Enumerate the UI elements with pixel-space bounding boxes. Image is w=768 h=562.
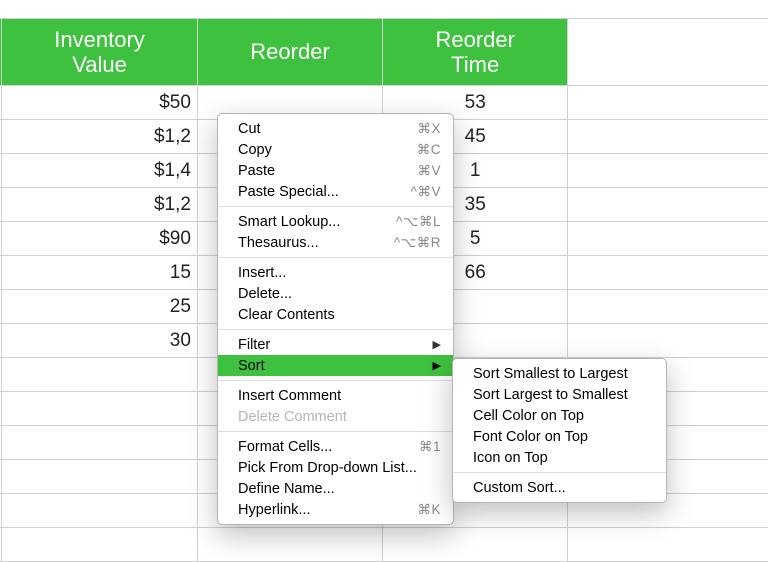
menu-filter[interactable]: Filter▶ — [218, 334, 453, 355]
context-menu: Cut⌘X Copy⌘C Paste⌘V Paste Special...^⌘V… — [217, 113, 454, 525]
header-row: Inventory Value Reorder Reorder Time — [0, 19, 768, 86]
shortcut-label: ⌘V — [417, 163, 441, 179]
header-reorder[interactable]: Reorder — [197, 19, 382, 86]
menu-separator — [218, 206, 453, 207]
header-reorder-time[interactable]: Reorder Time — [383, 19, 568, 86]
cell[interactable]: $90 — [2, 222, 198, 256]
shortcut-label: ^⌥⌘L — [396, 214, 441, 230]
submenu-arrow-icon: ▶ — [433, 359, 441, 372]
shortcut-label: ⌘1 — [419, 439, 441, 455]
cell[interactable]: 30 — [2, 324, 198, 358]
menu-separator — [453, 472, 666, 473]
shortcut-label: ^⌘V — [411, 184, 441, 200]
submenu-arrow-icon: ▶ — [433, 338, 441, 351]
menu-paste-special[interactable]: Paste Special...^⌘V — [218, 181, 453, 202]
cell[interactable]: $1,4 — [2, 154, 198, 188]
shortcut-label: ^⌥⌘R — [394, 235, 441, 251]
shortcut-label: ⌘C — [417, 142, 441, 158]
menu-insert-comment[interactable]: Insert Comment — [218, 385, 453, 406]
menu-hyperlink[interactable]: Hyperlink...⌘K — [218, 499, 453, 520]
menu-define-name[interactable]: Define Name... — [218, 478, 453, 499]
cell[interactable]: $1,2 — [2, 120, 198, 154]
menu-delete-comment: Delete Comment — [218, 406, 453, 427]
menu-smart-lookup[interactable]: Smart Lookup...^⌥⌘L — [218, 211, 453, 232]
submenu-sort-smallest-to-largest[interactable]: Sort Smallest to Largest — [453, 363, 666, 384]
menu-paste[interactable]: Paste⌘V — [218, 160, 453, 181]
menu-separator — [218, 431, 453, 432]
cell[interactable]: 25 — [2, 290, 198, 324]
menu-insert[interactable]: Insert... — [218, 262, 453, 283]
header-inventory-value[interactable]: Inventory Value — [2, 19, 198, 86]
submenu-sort-largest-to-smallest[interactable]: Sort Largest to Smallest — [453, 384, 666, 405]
cell[interactable]: $50 — [2, 86, 198, 120]
cell[interactable]: 15 — [2, 256, 198, 290]
menu-copy[interactable]: Copy⌘C — [218, 139, 453, 160]
menu-cut[interactable]: Cut⌘X — [218, 118, 453, 139]
menu-thesaurus[interactable]: Thesaurus...^⌥⌘R — [218, 232, 453, 253]
submenu-icon-on-top[interactable]: Icon on Top — [453, 447, 666, 468]
menu-separator — [218, 329, 453, 330]
menu-delete[interactable]: Delete... — [218, 283, 453, 304]
menu-format-cells[interactable]: Format Cells...⌘1 — [218, 436, 453, 457]
shortcut-label: ⌘X — [417, 121, 441, 137]
menu-separator — [218, 380, 453, 381]
menu-pick-from-list[interactable]: Pick From Drop-down List... — [218, 457, 453, 478]
menu-sort[interactable]: Sort▶ — [218, 355, 453, 376]
menu-separator — [218, 257, 453, 258]
submenu-cell-color-on-top[interactable]: Cell Color on Top — [453, 405, 666, 426]
sort-submenu: Sort Smallest to Largest Sort Largest to… — [452, 358, 667, 503]
shortcut-label: ⌘K — [417, 502, 441, 518]
menu-clear-contents[interactable]: Clear Contents — [218, 304, 453, 325]
submenu-custom-sort[interactable]: Custom Sort... — [453, 477, 666, 498]
submenu-font-color-on-top[interactable]: Font Color on Top — [453, 426, 666, 447]
cell[interactable]: $1,2 — [2, 188, 198, 222]
